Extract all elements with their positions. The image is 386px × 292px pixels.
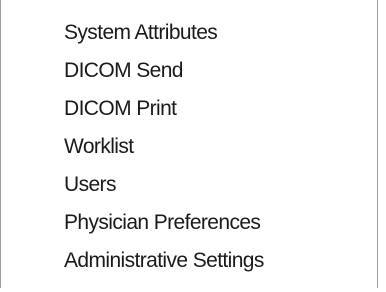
menu-item-administrative-settings[interactable]: Administrative Settings (64, 242, 264, 280)
settings-menu: System Attributes DICOM Send DICOM Print… (0, 0, 386, 292)
menu-item-worklist[interactable]: Worklist (64, 128, 264, 166)
menu-item-dicom-print[interactable]: DICOM Print (64, 90, 264, 128)
menu-item-physician-preferences[interactable]: Physician Preferences (64, 204, 264, 242)
menu-list: System Attributes DICOM Send DICOM Print… (64, 14, 264, 280)
menu-item-system-attributes[interactable]: System Attributes (64, 14, 264, 52)
menu-item-users[interactable]: Users (64, 166, 264, 204)
menu-item-dicom-send[interactable]: DICOM Send (64, 52, 264, 90)
